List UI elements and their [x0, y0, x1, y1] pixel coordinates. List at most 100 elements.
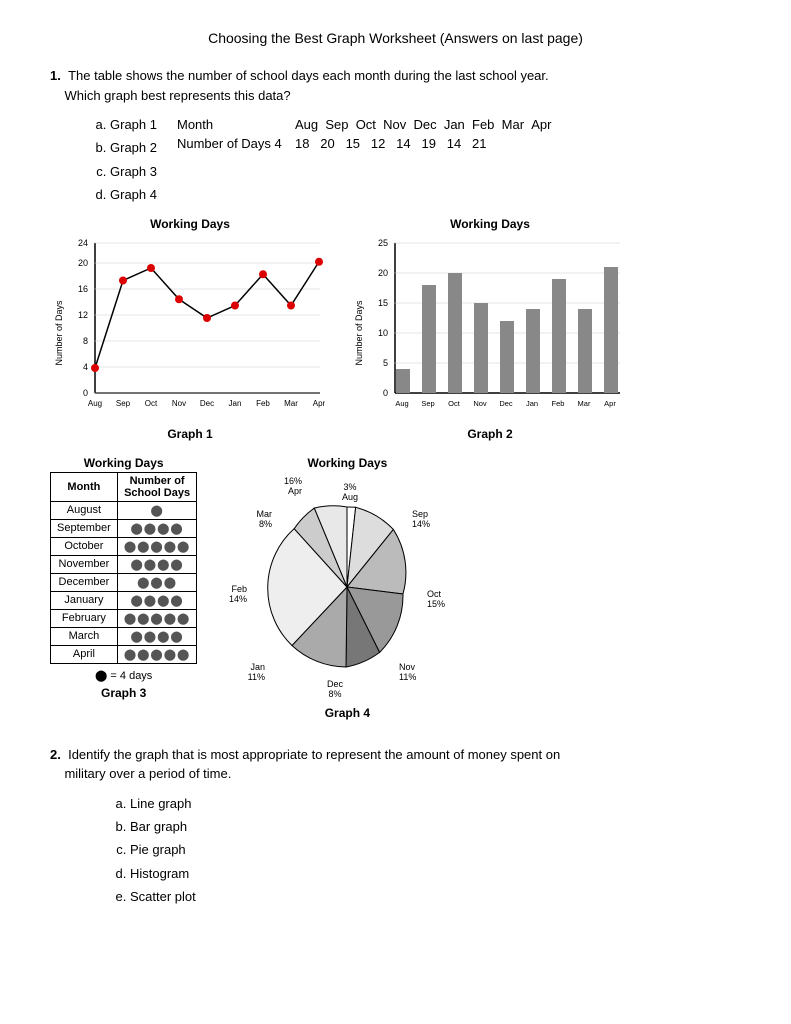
g2-ylabel: Number of Days — [354, 300, 364, 366]
g1-dot-jan — [231, 301, 239, 309]
g3-row-mar: March ⬤⬤⬤⬤ — [51, 627, 197, 645]
g3-col-days: Number ofSchool Days — [117, 472, 197, 501]
svg-text:20: 20 — [78, 258, 88, 268]
svg-text:Dec: Dec — [499, 399, 513, 408]
g1-dot-sep — [119, 276, 127, 284]
g3-month-oct: October — [51, 537, 118, 555]
q2-option-e: Scatter plot — [130, 885, 741, 908]
graph4-svg: Aug 3% Sep 14% Oct 15% Nov 11% Dec 8% Ja… — [217, 472, 477, 702]
g3-dots-apr: ⬤⬤⬤⬤⬤ — [117, 645, 197, 663]
graph3-legend-text: = 4 days — [110, 670, 152, 682]
g2-bar-mar — [578, 309, 592, 393]
graph1-label: Graph 1 — [167, 427, 212, 441]
svg-text:Feb: Feb — [552, 399, 565, 408]
g4-label-aug: Aug — [342, 492, 358, 502]
svg-text:Jan: Jan — [526, 399, 538, 408]
g1-dot-mar — [287, 301, 295, 309]
g3-row-feb: February ⬤⬤⬤⬤⬤ — [51, 609, 197, 627]
g4-label-mar: Mar — [257, 509, 273, 519]
svg-text:15: 15 — [378, 298, 388, 308]
svg-text:0: 0 — [383, 388, 388, 398]
g4-pct-apr: 16% — [284, 476, 302, 486]
month-values: Aug Sep Oct Nov Dec Jan Feb Mar Apr — [295, 117, 552, 132]
q1-option-b: Graph 2 — [110, 136, 157, 159]
g3-month-jan: January — [51, 591, 118, 609]
svg-text:Sep: Sep — [421, 399, 434, 408]
g1-dot-nov — [175, 295, 183, 303]
g3-dots-oct: ⬤⬤⬤⬤⬤ — [117, 537, 197, 555]
g4-pct-mar: 8% — [259, 519, 272, 529]
days-values: 18 20 15 12 14 19 14 21 — [295, 136, 487, 151]
graph3-title: Working Days — [84, 456, 164, 470]
svg-text:5: 5 — [383, 358, 388, 368]
g2-bar-sep — [422, 285, 436, 393]
question-2: 2. Identify the graph that is most appro… — [50, 745, 741, 909]
graph2-container: Working Days Number of Days 0 5 10 15 20… — [350, 217, 630, 441]
g4-label-feb: Feb — [232, 584, 248, 594]
svg-text:Dec: Dec — [200, 399, 214, 408]
svg-text:Feb: Feb — [256, 399, 270, 408]
svg-text:24: 24 — [78, 238, 88, 248]
g1-dot-oct — [147, 264, 155, 272]
graphs-row-2: Working Days Month Number ofSchool Days … — [50, 456, 741, 720]
g3-month-apr: April — [51, 645, 118, 663]
g4-label-jan: Jan — [251, 662, 266, 672]
svg-text:Aug: Aug — [395, 399, 408, 408]
svg-text:25: 25 — [378, 238, 388, 248]
g3-row-dec: December ⬤⬤⬤ — [51, 573, 197, 591]
g4-pct-sep: 14% — [412, 519, 430, 529]
g3-dots-mar: ⬤⬤⬤⬤ — [117, 627, 197, 645]
q2-option-d: Histogram — [130, 862, 741, 885]
g3-month-dec: December — [51, 573, 118, 591]
g4-pct-feb: 14% — [229, 594, 247, 604]
g1-dot-aug — [91, 364, 99, 372]
q1-text: The table shows the number of school day… — [68, 68, 549, 83]
g2-bar-apr — [604, 267, 618, 393]
svg-text:Mar: Mar — [578, 399, 591, 408]
g2-bar-jan — [526, 309, 540, 393]
g3-row-apr: April ⬤⬤⬤⬤⬤ — [51, 645, 197, 663]
g4-pct-jan: 11% — [248, 672, 265, 682]
q1-option-d: Graph 4 — [110, 183, 157, 206]
g1-dot-feb — [259, 270, 267, 278]
g3-month-sep: September — [51, 519, 118, 537]
g3-month-nov: November — [51, 555, 118, 573]
svg-text:20: 20 — [378, 268, 388, 278]
g4-pct-aug: 3% — [344, 482, 357, 492]
graph2-label: Graph 2 — [467, 427, 512, 441]
graph1-svg: Number of Days 0 4 8 12 16 20 24 — [50, 233, 330, 423]
g3-row-sep: September ⬤⬤⬤⬤ — [51, 519, 197, 537]
days-label: Number of Days 4 — [177, 136, 287, 151]
graph1-container: Working Days Number of Days 0 4 8 12 16 — [50, 217, 330, 441]
month-label: Month — [177, 117, 287, 132]
g2-bar-dec — [500, 321, 514, 393]
svg-text:Mar: Mar — [284, 399, 298, 408]
g4-pct-dec: 8% — [329, 689, 342, 699]
g3-month-feb: February — [51, 609, 118, 627]
q1-option-a: Graph 1 — [110, 113, 157, 136]
g3-row-aug: August ⬤ — [51, 501, 197, 519]
g2-bar-feb — [552, 279, 566, 393]
q2-option-a: Line graph — [130, 792, 741, 815]
q2-text2: military over a period of time. — [64, 766, 231, 781]
graph3-table: Month Number ofSchool Days August ⬤ Sept… — [50, 472, 197, 664]
g3-month-mar: March — [51, 627, 118, 645]
svg-text:Sep: Sep — [116, 399, 131, 408]
svg-text:12: 12 — [78, 310, 88, 320]
q2-option-c: Pie graph — [130, 838, 741, 861]
page-title: Choosing the Best Graph Worksheet (Answe… — [50, 30, 741, 46]
svg-text:Nov: Nov — [172, 399, 186, 408]
svg-text:0: 0 — [83, 388, 88, 398]
graph3-container: Working Days Month Number ofSchool Days … — [50, 456, 197, 700]
g3-row-oct: October ⬤⬤⬤⬤⬤ — [51, 537, 197, 555]
svg-text:Apr: Apr — [604, 399, 616, 408]
graph2-title: Working Days — [450, 217, 530, 231]
g1-ylabel: Number of Days — [54, 300, 64, 366]
g3-row-jan: January ⬤⬤⬤⬤ — [51, 591, 197, 609]
g2-bar-aug — [396, 369, 410, 393]
g3-dots-feb: ⬤⬤⬤⬤⬤ — [117, 609, 197, 627]
g4-label-nov: Nov — [399, 662, 416, 672]
g4-label-apr: Apr — [288, 486, 302, 496]
g4-pct-nov: 11% — [399, 672, 416, 682]
g4-label-sep: Sep — [412, 509, 428, 519]
